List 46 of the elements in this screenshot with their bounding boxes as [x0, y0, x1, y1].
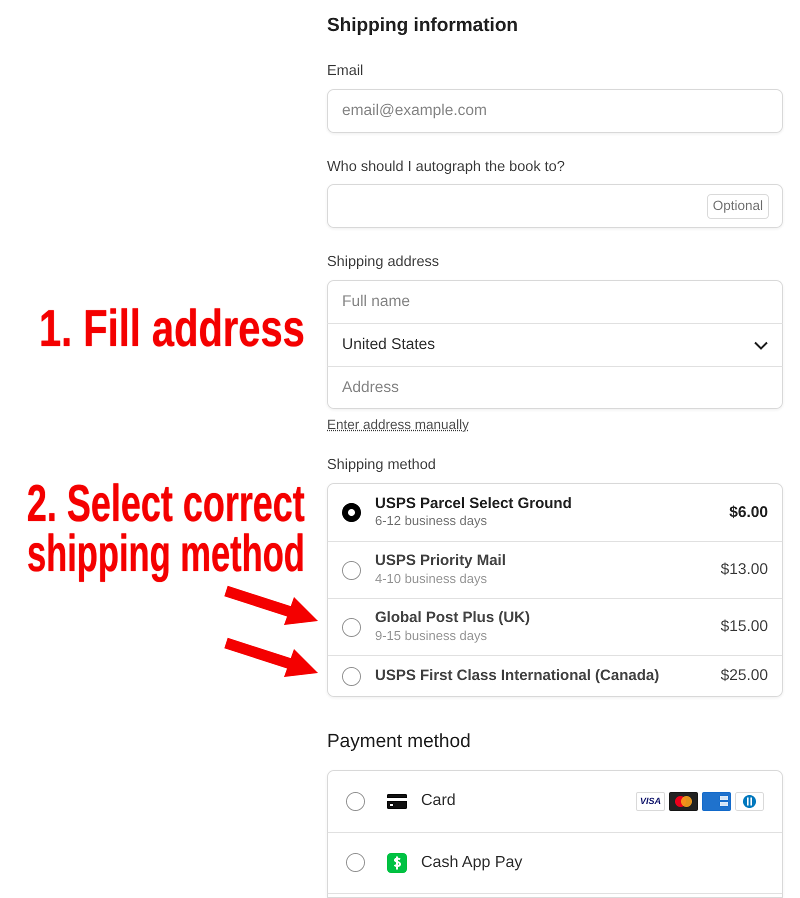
- dollar-icon: [387, 852, 407, 873]
- visa-logo: VISA: [636, 792, 665, 811]
- radio-button[interactable]: [346, 853, 365, 872]
- field-label: Shipping address: [327, 253, 440, 272]
- amex-logo-icon: [702, 792, 731, 811]
- annotation-text: 2. Select correct: [27, 478, 305, 530]
- field-label: Who should I autograph the book to?: [327, 158, 566, 177]
- field-label: Shipping method: [327, 456, 437, 476]
- country-select[interactable]: United States: [327, 323, 783, 366]
- delivery-time: 9-15 business days: [375, 628, 488, 645]
- manual-address-link[interactable]: Enter address manually: [327, 415, 469, 436]
- option-name: USPS First Class International (Canada): [375, 666, 660, 686]
- delivery-time: 6-12 business days: [375, 513, 488, 530]
- chevron-down-icon: [754, 340, 768, 350]
- field-label: Email: [327, 62, 364, 81]
- mastercard-logo-icon: [669, 792, 698, 811]
- section-heading: Shipping information: [327, 15, 520, 38]
- annotation-text: shipping method: [27, 528, 305, 580]
- diners-logo-icon: [735, 792, 764, 811]
- option-name: Global Post Plus (UK): [375, 609, 530, 628]
- credit-card-icon: [387, 794, 407, 809]
- annotation-text: 1. Fill address: [39, 303, 305, 355]
- option-price: $13.00: [720, 560, 768, 580]
- option-price: $6.00: [729, 502, 768, 523]
- payment-option[interactable]: Card VISA: [328, 770, 782, 832]
- payment-label: Cash App Pay: [421, 852, 522, 873]
- shipping-option[interactable]: USPS Priority Mail 4-10 business days $13.00: [328, 541, 782, 598]
- payment-option[interactable]: Cash App Pay: [328, 832, 782, 893]
- radio-button[interactable]: [342, 503, 361, 522]
- email-field[interactable]: email@example.com: [327, 88, 783, 133]
- shipping-option[interactable]: USPS First Class International (Canada) $25.00: [328, 655, 782, 696]
- option-name: USPS Priority Mail: [375, 552, 506, 571]
- radio-button[interactable]: [342, 618, 361, 637]
- radio-button[interactable]: [342, 560, 361, 580]
- radio-button[interactable]: [342, 666, 361, 686]
- option-price: $25.00: [720, 666, 768, 686]
- delivery-time: 4-10 business days: [375, 570, 488, 588]
- optional-tag: Optional: [706, 194, 769, 219]
- payment-label: Card: [421, 791, 456, 812]
- radio-button[interactable]: [346, 792, 365, 811]
- section-heading: Payment method: [327, 731, 472, 754]
- autograph-field[interactable]: [327, 184, 783, 228]
- option-name: USPS Parcel Select Ground: [375, 494, 572, 514]
- option-price: $15.00: [720, 617, 768, 638]
- shipping-option[interactable]: USPS Parcel Select Ground 6-12 business days $6.00: [328, 484, 782, 542]
- shipping-option[interactable]: Global Post Plus (UK) 9-15 business days $15.00: [328, 598, 782, 656]
